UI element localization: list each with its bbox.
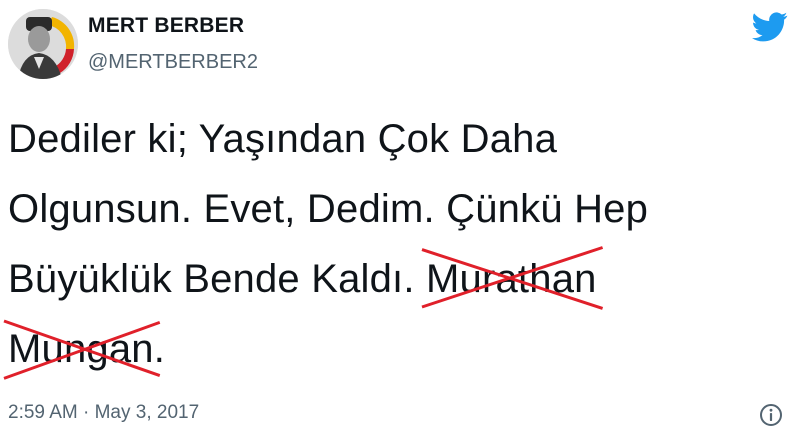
- tweet-line-3-text: Büyüklük Bende Kaldı.: [8, 257, 426, 301]
- struck-word-2-text: Mungan: [8, 327, 154, 371]
- tweet-line-2: Olgunsun. Evet, Dedim. Çünkü Hep: [8, 187, 649, 231]
- tweet-date: May 3, 2017: [94, 402, 200, 423]
- tweet-line-4-punctuation: .: [153, 327, 166, 371]
- tweet-time: 2:59 AM: [8, 402, 78, 423]
- tweet-timestamp[interactable]: 2:59 AM · May 3, 2017: [8, 402, 199, 424]
- twitter-bird-icon[interactable]: [752, 12, 788, 42]
- struck-word-first-name: Murathan: [426, 244, 597, 314]
- tweet-text: Dediler ki; Yaşından Çok Daha Olgunsun. …: [8, 104, 788, 384]
- author-handle[interactable]: @MERTBERBER2: [88, 51, 258, 74]
- tweet-card: MERT BERBER @MERTBERBER2 Dediler ki; Yaş…: [0, 0, 800, 444]
- author-name[interactable]: MERT BERBER: [88, 14, 244, 38]
- tweet-line-4: Mungan.: [8, 314, 788, 384]
- timestamp-separator: ·: [77, 402, 95, 423]
- struck-word-last-name: Mungan: [8, 314, 154, 384]
- tweet-line-3: Büyüklük Bende Kaldı. Murathan: [8, 244, 788, 314]
- avatar[interactable]: [8, 9, 78, 79]
- info-icon[interactable]: [759, 403, 783, 427]
- avatar-image: [8, 9, 78, 79]
- struck-word-1-text: Murathan: [426, 257, 597, 301]
- tweet-line-1: Dediler ki; Yaşından Çok Daha: [8, 117, 558, 161]
